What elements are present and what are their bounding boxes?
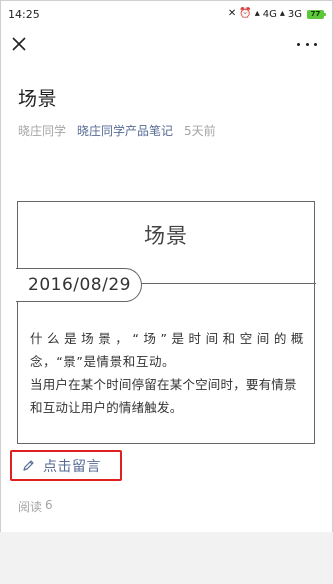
date-pill: 2016/08/29: [16, 268, 142, 302]
mute-icon: ✕: [227, 8, 237, 19]
more-icon[interactable]: [297, 36, 317, 52]
pencil-icon: [23, 460, 34, 471]
article-title: 场景: [18, 88, 58, 110]
nav-bar: [0, 28, 333, 62]
more-dot: [305, 42, 309, 46]
signal-icon: ▴: [254, 8, 260, 19]
card-body: 什么是场景，“场”是时间和空间的概念，“景”是情景和互动。 当用户在某个时间停留…: [30, 327, 304, 419]
article-meta: 晓庄同学 晓庄同学产品笔记 5天前: [18, 122, 216, 139]
read-number: 6: [45, 498, 53, 512]
footer-area: [0, 532, 333, 584]
signal-icon-2: ▴: [279, 8, 285, 19]
status-icons: ✕ ⏰ ▴ 4G ▴ 3G 77: [227, 8, 326, 20]
more-dot: [314, 42, 317, 46]
signal-4g-label: 4G: [262, 8, 277, 20]
close-icon[interactable]: [11, 36, 27, 52]
date-text: 2016/08/29: [28, 275, 131, 295]
account-link[interactable]: 晓庄同学产品笔记: [77, 122, 173, 139]
article-image-card: 场景 2016/08/29 什么是场景，“场”是时间和空间的概念，“景”是情景和…: [16, 201, 316, 444]
read-count: 阅读 6: [18, 498, 53, 515]
card-title: 场景: [144, 224, 188, 248]
alarm-icon: ⏰: [239, 8, 252, 19]
more-dot: [297, 42, 300, 46]
read-label: 阅读: [18, 500, 43, 514]
signal-3g-label: 3G: [287, 8, 302, 20]
publish-time: 5天前: [184, 124, 216, 138]
card-paragraph-2: 当用户在某个时间停留在某个空间时，要有情景和互动让用户的情绪触发。: [30, 377, 297, 415]
battery-icon: 77: [307, 9, 326, 19]
status-time: 14:25: [8, 7, 40, 21]
card-paragraph-1: 什么是场景，“场”是时间和空间的概念，“景”是情景和互动。: [30, 331, 304, 369]
comment-label: 点击留言: [43, 458, 101, 475]
status-bar: 14:25 ✕ ⏰ ▴ 4G ▴ 3G 77: [0, 0, 333, 28]
author-name: 晓庄同学: [18, 124, 67, 138]
battery-level: 77: [310, 10, 321, 18]
leave-comment-button[interactable]: 点击留言: [10, 450, 122, 481]
